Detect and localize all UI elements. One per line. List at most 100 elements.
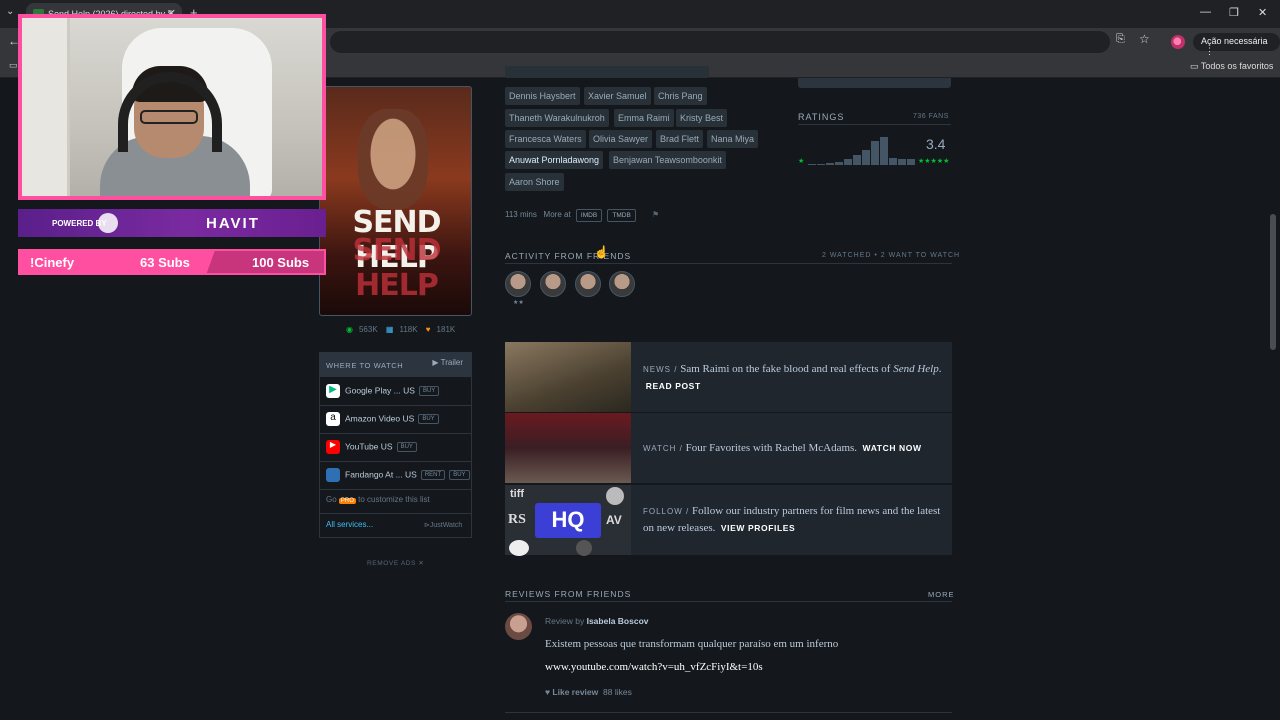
service-fandango[interactable]: Fandango At ... US RENT BUY: [326, 468, 470, 482]
cast-member[interactable]: Kristy Best: [676, 109, 728, 127]
all-services-link[interactable]: All services...: [326, 520, 373, 529]
average-rating[interactable]: 3.4: [926, 136, 945, 152]
menu-kebab-icon[interactable]: ⋮: [1205, 46, 1214, 56]
profile-avatar[interactable]: [1171, 35, 1185, 49]
minimize-icon[interactable]: —: [1200, 6, 1211, 18]
tab-search-icon[interactable]: ⌄: [6, 6, 14, 17]
page-scrollbar[interactable]: [1270, 214, 1276, 350]
maximize-icon[interactable]: ❐: [1229, 6, 1239, 19]
cast-member[interactable]: Xavier Samuel: [584, 87, 651, 105]
close-window-icon[interactable]: ✕: [1258, 6, 1267, 19]
cast-member[interactable]: Thaneth Warakulnukroh: [505, 109, 609, 127]
webcam-overlay: [18, 14, 326, 200]
reviewer-avatar[interactable]: [505, 613, 532, 640]
keyd-logo-icon: [98, 213, 118, 233]
film-stats: ◉ 563K ▦ 118K ♥ 181K: [346, 325, 461, 334]
sponsor-banner: POWERED BY HAVIT: [18, 209, 326, 237]
review-author-link[interactable]: Isabela Boscov: [587, 616, 649, 626]
cast-member[interactable]: Nana Miya: [707, 130, 759, 148]
ratings-header: RATINGS: [798, 112, 845, 122]
partner-reel-icon: [606, 487, 624, 505]
view-profiles-link[interactable]: VIEW PROFILES: [721, 523, 795, 533]
read-post-link[interactable]: READ POST: [646, 381, 701, 391]
buy-pill[interactable]: BUY: [449, 470, 470, 480]
address-bar[interactable]: [330, 31, 1110, 53]
more-at-label: More at: [543, 210, 571, 219]
folder-icon[interactable]: ▭: [9, 60, 18, 71]
friend-avatar[interactable]: [609, 271, 635, 297]
report-flag-icon[interactable]: ⚑: [652, 210, 659, 219]
cast-member[interactable]: Francesca Waters: [505, 130, 586, 148]
play-icon: ▶: [432, 358, 439, 367]
pro-badge[interactable]: PRO: [338, 498, 356, 504]
cast-member[interactable]: Aaron Shore: [505, 173, 564, 191]
watch-thumbnail: [505, 413, 631, 483]
service-google-play[interactable]: ▶ Google Play ... US BUY: [326, 384, 440, 398]
tmdb-button[interactable]: TMDB: [607, 209, 636, 222]
lists-count[interactable]: 118K: [399, 325, 417, 334]
watched-count[interactable]: 563K: [359, 325, 378, 334]
cast-row-partial: [505, 66, 709, 78]
review-text[interactable]: Existem pessoas que transformam qualquer…: [545, 638, 838, 650]
cast-member[interactable]: Chris Pang: [654, 87, 707, 105]
current-subs: 63 Subs: [140, 255, 190, 270]
watch-now-link[interactable]: WATCH NOW: [863, 443, 922, 453]
rent-pill[interactable]: RENT: [420, 470, 446, 480]
cast-member[interactable]: Benjawan Teawsomboonkit: [609, 151, 726, 169]
histogram-bar[interactable]: [844, 159, 852, 165]
service-amazon-video[interactable]: a Amazon Video US BUY: [326, 412, 439, 426]
reviews-header[interactable]: REVIEWS FROM FRIENDS: [505, 589, 631, 599]
justwatch-link[interactable]: ⊳JustWatch: [424, 521, 462, 529]
histogram-bar[interactable]: [907, 159, 915, 165]
histogram-bar[interactable]: [880, 137, 888, 165]
service-youtube[interactable]: ▶ YouTube US BUY: [326, 440, 417, 454]
poster-face: [358, 109, 428, 209]
like-review-button[interactable]: Like review: [552, 687, 598, 697]
histogram-bar[interactable]: [871, 141, 879, 165]
cast-icon[interactable]: ⎘: [1116, 33, 1125, 46]
friend-avatar[interactable]: [505, 271, 531, 297]
friend-avatar[interactable]: [540, 271, 566, 297]
histogram-bar[interactable]: [862, 149, 870, 165]
remove-ads-link[interactable]: REMOVE ADS ✕: [367, 559, 424, 567]
partner-indiewire-icon: [509, 540, 529, 556]
histogram-bar[interactable]: [889, 158, 897, 165]
imdb-button[interactable]: IMDB: [575, 209, 603, 222]
cast-member[interactable]: Dennis Haysbert: [505, 87, 580, 105]
friend-rating: ★★: [513, 300, 524, 306]
buy-pill[interactable]: BUY: [418, 414, 439, 424]
sub-goal: 100 Subs: [252, 255, 310, 270]
histogram-bar[interactable]: [826, 162, 834, 165]
cast-member[interactable]: Anuwat Pornladawong: [505, 151, 604, 169]
activity-header[interactable]: ACTIVITY FROM FRIENDS: [505, 251, 631, 261]
likes-count[interactable]: 181K: [437, 325, 456, 334]
watch-promo[interactable]: WATCH / Four Favorites with Rachel McAda…: [505, 413, 952, 483]
all-bookmarks-link[interactable]: ▭ Todos os favoritos: [1190, 61, 1273, 72]
histogram-bar[interactable]: [808, 163, 816, 165]
action-needed-button[interactable]: Ação necessária ⋮: [1193, 33, 1280, 56]
likes-count: 88 likes: [603, 687, 632, 697]
histogram-bar[interactable]: [835, 161, 843, 165]
review-link[interactable]: www.youtube.com/watch?v=uh_vfZcFiyI&t=10…: [545, 661, 763, 673]
havit-logo: HAVIT: [206, 215, 260, 232]
histogram-bar[interactable]: [853, 155, 861, 165]
av-club-logo-icon: AV: [606, 513, 622, 527]
news-promo[interactable]: NEWS / Sam Raimi on the fake blood and r…: [505, 342, 952, 412]
reviews-more-link[interactable]: MORE: [928, 590, 955, 599]
bookmark-star-icon[interactable]: ☆: [1139, 32, 1150, 46]
like-heart-icon[interactable]: ♥: [545, 687, 550, 697]
fans-count[interactable]: 736 FANS: [913, 113, 949, 120]
rate-button-bottom[interactable]: [798, 78, 951, 88]
histogram-bar[interactable]: [898, 159, 906, 165]
friend-avatar[interactable]: [575, 271, 601, 297]
buy-pill[interactable]: BUY: [396, 442, 417, 452]
rolling-stone-logo-icon: RS: [508, 512, 526, 527]
buy-pill[interactable]: BUY: [418, 386, 440, 396]
cast-member[interactable]: Brad Flett: [656, 130, 704, 148]
eye-icon: ◉: [346, 325, 353, 334]
cast-member[interactable]: Emma Raimi: [614, 109, 674, 127]
histogram-bar[interactable]: [817, 163, 825, 165]
film-poster[interactable]: SEND HELP SEND HELP: [319, 86, 472, 316]
cast-member[interactable]: Olivia Sawyer: [589, 130, 653, 148]
trailer-link[interactable]: ▶ Trailer: [432, 358, 463, 367]
